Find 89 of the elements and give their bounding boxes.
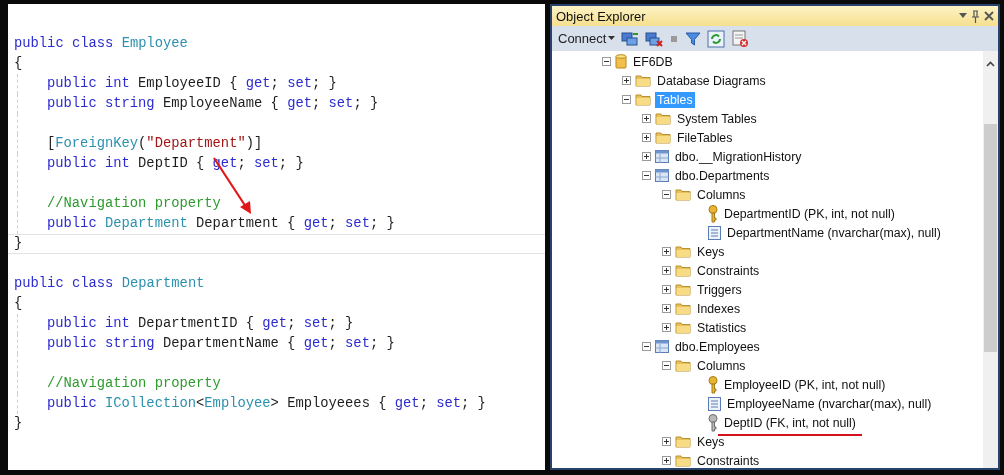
code-line: public string DepartmentName { get; set; } [46, 335, 395, 353]
connect-icon[interactable] [621, 30, 640, 47]
code-line: public class Employee [13, 35, 188, 53]
expand-toggle[interactable] [662, 285, 671, 294]
table-icon [655, 150, 669, 163]
expand-toggle[interactable] [662, 304, 671, 313]
collapse-toggle[interactable] [642, 171, 651, 180]
folder-icon [675, 188, 691, 201]
expand-toggle[interactable] [662, 437, 671, 446]
table-icon [655, 169, 669, 182]
code-line: public int EmployeeID { get; set; } [46, 75, 337, 93]
folder-icon [635, 93, 651, 106]
code-line: //Navigation property [46, 375, 221, 393]
tree-item[interactable]: Constraints [695, 262, 762, 279]
tree-item[interactable]: DeptID (FK, int, not null) [722, 414, 858, 431]
folder-icon [675, 245, 691, 258]
collapse-toggle[interactable] [662, 361, 671, 370]
expand-toggle[interactable] [642, 133, 651, 142]
folder-icon [675, 435, 691, 448]
collapse-toggle[interactable] [642, 342, 651, 351]
tree-item[interactable]: FileTables [675, 129, 735, 146]
tree-item[interactable]: System Tables [675, 110, 759, 127]
tree-item[interactable]: DepartmentName (nvarchar(max), null) [725, 224, 943, 241]
tree-item[interactable]: Database Diagrams [655, 72, 768, 89]
scrollbar-thumb[interactable] [984, 124, 997, 352]
folder-icon [675, 454, 691, 467]
caret-icon [608, 36, 616, 41]
expand-toggle[interactable] [622, 76, 631, 85]
folder-icon [655, 131, 671, 144]
column-icon [708, 396, 721, 411]
folder-icon [675, 264, 691, 277]
folder-icon [635, 74, 651, 87]
code-line: } [13, 415, 23, 433]
tree-item[interactable]: Columns [695, 357, 748, 374]
code-line: } [13, 235, 23, 253]
expand-toggle[interactable] [662, 247, 671, 256]
code-line: public int DepartmentID { get; set; } [46, 315, 354, 333]
code-line: public Department Department { get; set; } [46, 215, 395, 233]
tree-item[interactable]: Columns [695, 186, 748, 203]
collapse-toggle[interactable] [662, 190, 671, 199]
tree-item[interactable]: Keys [695, 433, 727, 450]
expand-toggle[interactable] [662, 266, 671, 275]
key-icon [708, 413, 718, 432]
scrollbar[interactable] [983, 51, 998, 468]
refresh-icon[interactable] [707, 29, 726, 48]
collapse-toggle[interactable] [602, 57, 611, 66]
collapse-toggle[interactable] [622, 95, 631, 104]
tree-item[interactable]: dbo.Departments [673, 167, 772, 184]
database-icon [615, 53, 627, 70]
code-line: public string EmployeeName { get; set; } [46, 95, 379, 113]
code-line: { [13, 295, 23, 313]
expand-toggle[interactable] [662, 323, 671, 332]
connect-button[interactable]: Connect [558, 31, 616, 46]
expand-toggle[interactable] [642, 114, 651, 123]
code-line: //Navigation property [46, 195, 221, 213]
folder-icon [675, 359, 691, 372]
tree-item[interactable]: EmployeeName (nvarchar(max), null) [725, 395, 934, 412]
tree-item[interactable]: Indexes [695, 300, 743, 317]
tree-item[interactable]: dbo.__MigrationHistory [673, 148, 804, 165]
tree-item[interactable]: Statistics [695, 319, 749, 336]
code-line: [ForeignKey("Department")] [46, 135, 263, 153]
scroll-up-icon[interactable] [986, 61, 995, 67]
tree-item[interactable]: Triggers [695, 281, 744, 298]
dropdown-icon[interactable] [959, 13, 967, 19]
code-line: { [13, 55, 23, 73]
panel-title: Object Explorer [556, 8, 646, 24]
folder-icon [675, 283, 691, 296]
column-icon [708, 225, 721, 240]
expand-toggle[interactable] [642, 152, 651, 161]
tree-item[interactable]: DepartmentID (PK, int, not null) [722, 205, 897, 222]
close-icon[interactable] [984, 11, 994, 21]
disconnect-icon[interactable] [645, 30, 664, 47]
tree-item[interactable]: Keys [695, 243, 727, 260]
folder-icon [675, 321, 691, 334]
expand-toggle[interactable] [662, 456, 671, 465]
filter-icon[interactable] [685, 30, 702, 47]
code-line: public class Department [13, 275, 205, 293]
key-icon [708, 204, 718, 223]
activity-monitor-icon[interactable] [731, 29, 750, 48]
folder-icon [675, 302, 691, 315]
table-icon [655, 340, 669, 353]
folder-icon [655, 112, 671, 125]
key-icon [708, 375, 718, 394]
tree-item[interactable]: Constraints [695, 452, 762, 469]
tree-item[interactable]: dbo.Employees [673, 338, 762, 355]
tree-item[interactable]: EF6DB [631, 53, 675, 70]
pin-icon[interactable] [971, 9, 980, 23]
tree-item[interactable]: EmployeeID (PK, int, not null) [722, 376, 888, 393]
code-line: public ICollection<Employee> Employeees { get; set; } [46, 395, 486, 413]
